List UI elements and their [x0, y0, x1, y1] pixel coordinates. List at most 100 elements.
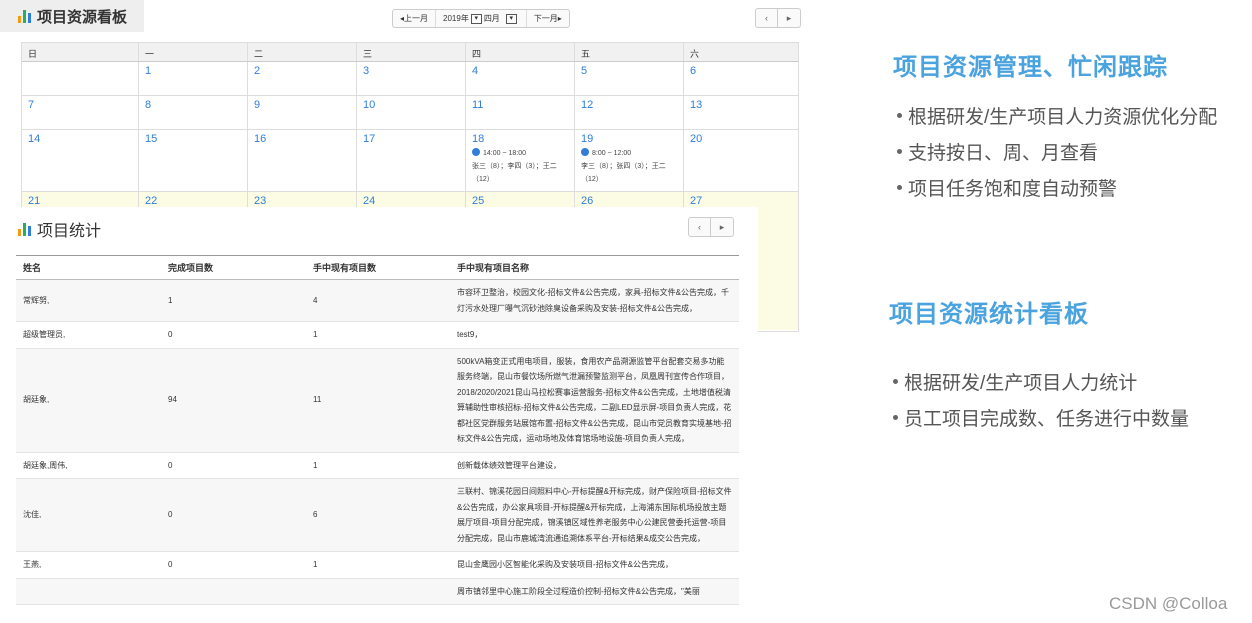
next-month-button[interactable]: 下一月▸ — [527, 10, 569, 27]
table-header-row: 姓名 完成项目数 手中现有项目数 手中现有项目名称 — [16, 255, 739, 280]
cell-current — [306, 578, 450, 605]
day-number: 19 — [581, 133, 594, 145]
month-select-group: 2019年 ▾ 四月 ▾ — [436, 10, 527, 27]
weekday-fri: 五 — [574, 43, 683, 61]
calendar-event[interactable]: 14:00 ~ 18:00 张三（8）；李四（3）；王二（12） — [472, 147, 568, 186]
prev-month-button[interactable]: ◂上一月 — [393, 10, 437, 27]
clock-icon — [472, 148, 480, 156]
day-cell[interactable]: 6 — [683, 62, 798, 95]
column-header-done[interactable]: 完成项目数 — [161, 255, 306, 280]
day-cell[interactable]: 20 — [683, 130, 798, 191]
table-row[interactable]: 周市镇邻里中心施工阶段全过程造价控制-招标文件&公告完成，"美丽 — [16, 578, 739, 605]
feature-bullet: 项目任务饱和度自动预警 — [897, 174, 1117, 201]
pager-next-button[interactable]: ▸ — [711, 218, 733, 236]
table-row[interactable]: 王燕, 0 1 昆山金鹰园小区智能化采购及安装项目-招标文件&公告完成， — [16, 551, 739, 579]
cell-current: 1 — [306, 551, 450, 579]
event-people: 张三（8）；李四（3）；王二（12） — [472, 163, 557, 183]
cell-name: 沈佳, — [16, 478, 161, 552]
day-cell[interactable]: 2 — [247, 62, 356, 95]
feature-heading-1: 项目资源管理、忙闲跟踪 — [893, 54, 1168, 81]
pager-prev-button[interactable]: ‹ — [689, 218, 711, 236]
table-row[interactable]: 超级管理员, 0 1 test9， — [16, 321, 739, 349]
pager-prev-button[interactable]: ‹ — [756, 9, 778, 27]
calendar-title-text: 项目资源看板 — [37, 8, 128, 26]
event-time: 14:00 ~ 18:00 — [483, 150, 527, 157]
day-cell-18[interactable]: 18 14:00 ~ 18:00 张三（8）；李四（3）；王二（12） — [465, 130, 574, 191]
cell-current: 6 — [306, 478, 450, 552]
weekday-sat: 六 — [683, 43, 798, 61]
cell-name — [16, 578, 161, 605]
day-number: 18 — [472, 133, 485, 145]
weekday-mon: 一 — [138, 43, 247, 61]
stats-title-text: 项目统计 — [37, 223, 102, 240]
calendar-title: 项目资源看板 — [0, 0, 144, 32]
month-navigator: ◂上一月 2019年 ▾ 四月 ▾ 下一月▸ — [392, 9, 570, 28]
day-cell[interactable]: 7 — [22, 96, 138, 129]
week-row-3: 14 15 16 17 18 14:00 ~ 18:00 张三（8）；李四（3）… — [22, 130, 798, 192]
cell-name: 常辉努, — [16, 279, 161, 322]
day-cell[interactable]: 16 — [247, 130, 356, 191]
day-cell[interactable]: 12 — [574, 96, 683, 129]
day-cell[interactable]: 13 — [683, 96, 798, 129]
cell-done: 1 — [161, 279, 306, 322]
cell-projects: 周市镇邻里中心施工阶段全过程造价控制-招标文件&公告完成，"美丽 — [450, 578, 739, 605]
table-row[interactable]: 胡廷象,周伟, 0 1 创新载体绩效管理平台建设， — [16, 452, 739, 479]
cell-projects: 昆山金鹰园小区智能化采购及安装项目-招标文件&公告完成， — [450, 551, 739, 579]
day-cell[interactable]: 10 — [356, 96, 465, 129]
feature-heading-2: 项目资源统计看板 — [889, 301, 1089, 328]
feature-bullet: 根据研发/生产项目人力资源优化分配 — [897, 102, 1217, 129]
pager-next-button[interactable]: ▸ — [778, 9, 800, 27]
weekday-thu: 四 — [465, 43, 574, 61]
cell-done — [161, 578, 306, 605]
day-cell-19[interactable]: 19 8:00 ~ 12:00 李三（8）；张四（3）；王二（12） — [574, 130, 683, 191]
table-row[interactable]: 胡廷象, 94 11 500kVA箱变正式用电项目，服装，食用农产品溯源监管平台… — [16, 348, 739, 453]
day-cell[interactable]: 1 — [138, 62, 247, 95]
day-cell[interactable]: 11 — [465, 96, 574, 129]
cell-projects: test9， — [450, 321, 739, 349]
cell-current: 4 — [306, 279, 450, 322]
weekday-sun: 日 — [28, 49, 38, 59]
cell-done: 0 — [161, 551, 306, 579]
cell-current: 1 — [306, 452, 450, 479]
cell-projects: 创新载体绩效管理平台建设， — [450, 452, 739, 479]
column-header-current[interactable]: 手中现有项目数 — [306, 255, 450, 280]
feature-bullet: 员工项目完成数、任务进行中数量 — [893, 404, 1189, 431]
year-label: 2019年 — [443, 14, 469, 23]
cell-current: 11 — [306, 348, 450, 453]
year-dropdown-icon[interactable]: ▾ — [470, 13, 482, 24]
table-row[interactable]: 沈佳, 0 6 三联村、锦溪花园日间照料中心-开标提醒&开标完成，财产保险项目-… — [16, 478, 739, 552]
event-people: 李三（8）；张四（3）；王二（12） — [581, 163, 666, 183]
cell-name: 胡廷象, — [16, 348, 161, 453]
week-row-1: 1 2 3 4 5 6 — [22, 62, 798, 96]
month-dropdown-icon[interactable]: ▾ — [505, 13, 517, 24]
day-cell[interactable]: 9 — [247, 96, 356, 129]
day-cell[interactable]: 17 — [356, 130, 465, 191]
month-label: 四月 — [483, 14, 500, 23]
stats-title: 项目统计 — [18, 217, 101, 241]
week-row-2: 7 8 9 10 11 12 13 — [22, 96, 798, 130]
stats-pager: ‹ ▸ — [688, 217, 734, 237]
weekday-tue: 二 — [247, 43, 356, 61]
day-cell[interactable]: 4 — [465, 62, 574, 95]
clock-icon — [581, 148, 589, 156]
day-cell[interactable]: 5 — [574, 62, 683, 95]
weekday-wed: 三 — [356, 43, 465, 61]
day-cell[interactable]: 8 — [138, 96, 247, 129]
column-header-name[interactable]: 姓名 — [16, 255, 161, 280]
day-cell[interactable]: 3 — [356, 62, 465, 95]
column-header-projects[interactable]: 手中现有项目名称 — [450, 255, 739, 280]
chart-logo-icon — [18, 222, 31, 236]
cell-current: 1 — [306, 321, 450, 349]
day-cell[interactable]: 15 — [138, 130, 247, 191]
cell-name: 胡廷象,周伟, — [16, 452, 161, 479]
cell-name: 王燕, — [16, 551, 161, 579]
cell-done: 0 — [161, 478, 306, 552]
day-cell[interactable] — [22, 62, 138, 95]
day-cell[interactable]: 14 — [22, 130, 138, 191]
event-time: 8:00 ~ 12:00 — [592, 150, 632, 157]
cell-done: 0 — [161, 321, 306, 349]
calendar-event[interactable]: 8:00 ~ 12:00 李三（8）；张四（3）；王二（12） — [581, 147, 677, 186]
table-row[interactable]: 常辉努, 1 4 市容环卫整治，校园文化-招标文件&公告完成，家具-招标文件&公… — [16, 279, 739, 322]
cell-projects: 500kVA箱变正式用电项目，服装，食用农产品溯源监管平台配套交易多功能服务终端… — [450, 348, 739, 453]
cell-done: 94 — [161, 348, 306, 453]
